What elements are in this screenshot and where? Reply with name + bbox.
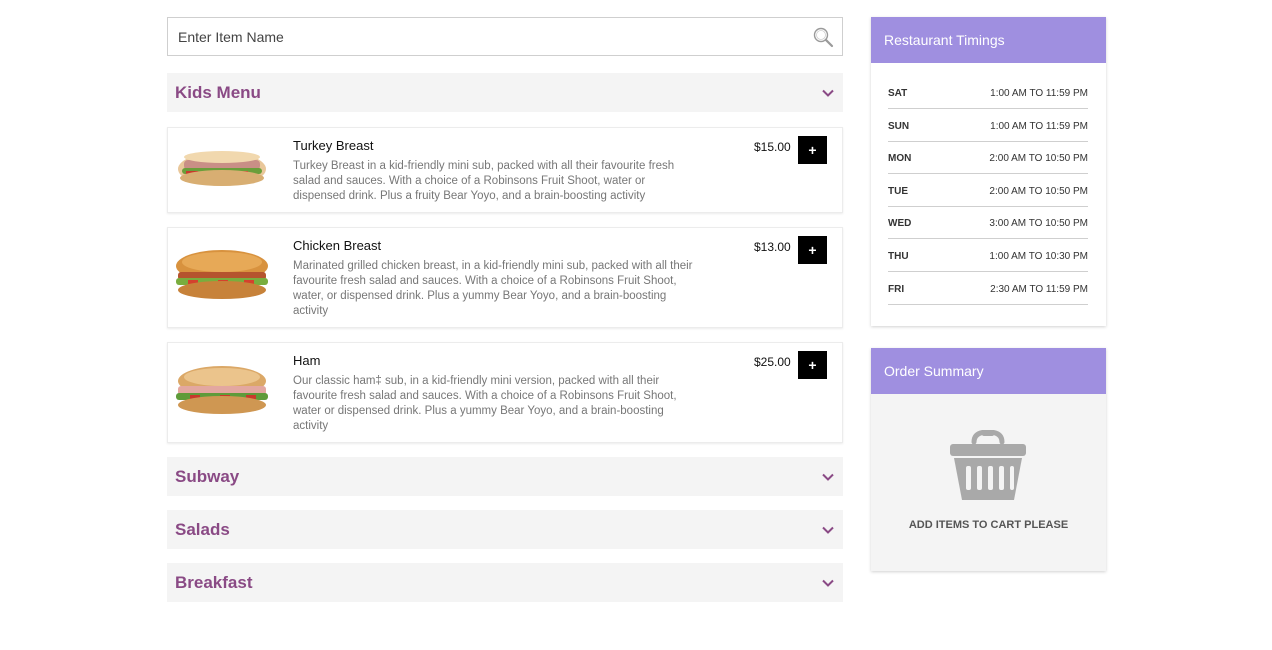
- day-label: FRI: [888, 283, 905, 295]
- item-description: Marinated grilled chicken breast, in a k…: [293, 260, 693, 317]
- category-kids-menu[interactable]: Kids Menu: [167, 73, 843, 112]
- timing-row: THU 1:00 AM TO 10:30 PM: [888, 240, 1088, 272]
- add-to-cart-button[interactable]: +: [798, 136, 827, 164]
- search-input[interactable]: [168, 18, 788, 55]
- panel-title: Restaurant Timings: [871, 17, 1106, 63]
- category-title: Salads: [175, 519, 230, 539]
- sandwich-image: [176, 250, 268, 299]
- day-label: TUE: [888, 185, 908, 197]
- timing-row: TUE 2:00 AM TO 10:50 PM: [888, 175, 1088, 207]
- order-summary-panel: Order Summary ADD ITEMS TO CART PLEASE: [871, 347, 1106, 571]
- hours-value: 3:00 AM TO 10:50 PM: [989, 218, 1088, 230]
- hours-value: 2:30 AM TO 11:59 PM: [990, 283, 1088, 295]
- add-to-cart-button[interactable]: +: [798, 236, 827, 264]
- timings-list: SAT 1:00 AM TO 11:59 PM SUN 1:00 AM TO 1…: [871, 63, 1106, 326]
- search-bar: [167, 17, 843, 56]
- item-name: Ham: [293, 353, 321, 368]
- timing-row: SAT 1:00 AM TO 11:59 PM: [888, 77, 1088, 109]
- category-subway[interactable]: Subway: [167, 457, 843, 496]
- timing-row: FRI 2:30 AM TO 11:59 PM: [888, 273, 1088, 305]
- category-title: Kids Menu: [175, 82, 261, 102]
- chevron-down-icon: [822, 579, 834, 587]
- item-price: $25.00: [754, 355, 791, 369]
- category-salads[interactable]: Salads: [167, 510, 843, 549]
- day-label: WED: [888, 218, 912, 230]
- sidebar-column: Restaurant Timings SAT 1:00 AM TO 11:59 …: [871, 17, 1106, 571]
- basket-icon: [950, 429, 1026, 500]
- hours-value: 1:00 AM TO 10:30 PM: [989, 250, 1088, 262]
- search-icon[interactable]: [812, 26, 834, 48]
- day-label: THU: [888, 250, 909, 262]
- menu-column: Kids Menu Turkey Breast Turke: [167, 17, 843, 602]
- kids-menu-items: Turkey Breast Turkey Breast in a kid-fri…: [167, 127, 843, 443]
- timing-row: WED 3:00 AM TO 10:50 PM: [888, 207, 1088, 240]
- timing-row: SUN 1:00 AM TO 11:59 PM: [888, 110, 1088, 142]
- menu-item-chicken-breast: Chicken Breast Marinated grilled chicken…: [167, 227, 843, 328]
- chevron-down-icon: [822, 89, 834, 97]
- item-name: Chicken Breast: [293, 238, 382, 253]
- hours-value: 1:00 AM TO 11:59 PM: [990, 88, 1088, 99]
- item-description: Turkey Breast in a kid-friendly mini sub…: [293, 160, 675, 202]
- day-label: SAT: [888, 88, 908, 99]
- sandwich-image: [176, 366, 268, 414]
- day-label: SUN: [888, 120, 910, 132]
- panel-title: Order Summary: [871, 347, 1106, 394]
- day-label: MON: [888, 153, 912, 165]
- hours-value: 2:00 AM TO 10:50 PM: [989, 185, 1088, 197]
- item-description: Our classic ham‡ sub, in a kid-friendly …: [293, 375, 677, 432]
- hours-value: 2:00 AM TO 10:50 PM: [989, 153, 1088, 165]
- item-name: Turkey Breast: [293, 138, 374, 153]
- add-to-cart-button[interactable]: +: [798, 351, 827, 379]
- menu-item-turkey-breast: Turkey Breast Turkey Breast in a kid-fri…: [167, 127, 843, 213]
- menu-item-ham: Ham Our classic ham‡ sub, in a kid-frien…: [167, 342, 843, 443]
- chevron-down-icon: [822, 473, 834, 481]
- category-breakfast[interactable]: Breakfast: [167, 563, 843, 602]
- sandwich-image: [178, 151, 266, 186]
- item-price: $13.00: [754, 240, 791, 254]
- chevron-down-icon: [822, 526, 834, 534]
- category-title: Subway: [175, 466, 240, 486]
- item-price: $15.00: [754, 140, 791, 154]
- category-title: Breakfast: [175, 572, 253, 592]
- page: Kids Menu Turkey Breast Turke: [0, 0, 1272, 650]
- timing-row: MON 2:00 AM TO 10:50 PM: [888, 142, 1088, 175]
- order-summary-body: ADD ITEMS TO CART PLEASE: [871, 393, 1106, 571]
- restaurant-timings-panel: Restaurant Timings SAT 1:00 AM TO 11:59 …: [871, 17, 1106, 326]
- empty-cart-message: ADD ITEMS TO CART PLEASE: [908, 518, 1069, 531]
- hours-value: 1:00 AM TO 11:59 PM: [990, 120, 1088, 132]
